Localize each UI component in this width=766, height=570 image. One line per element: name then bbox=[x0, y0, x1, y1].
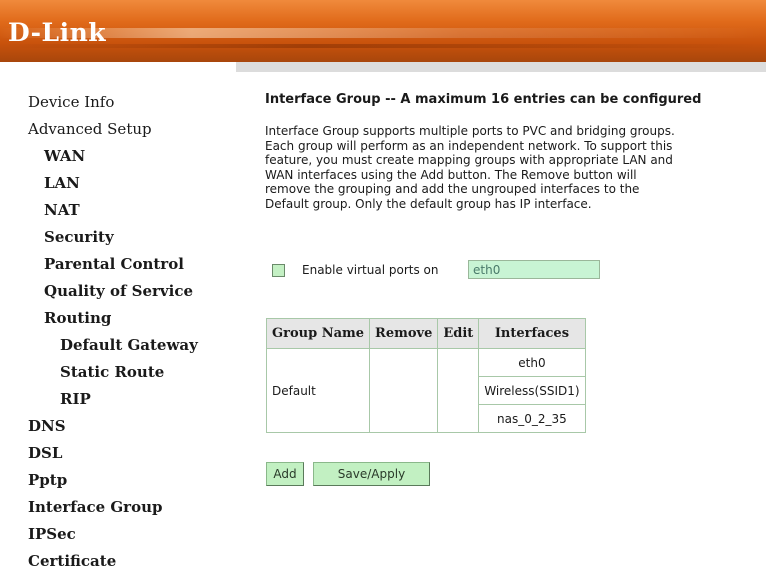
save-apply-button[interactable]: Save/Apply bbox=[313, 462, 430, 486]
header-swoosh-shadow bbox=[0, 44, 766, 48]
sidebar-item-default-gateway[interactable]: Default Gateway bbox=[60, 336, 198, 354]
sidebar-item-parental-control[interactable]: Parental Control bbox=[44, 255, 184, 273]
description-line: Interface Group supports multiple ports … bbox=[265, 124, 675, 138]
header-edit: Edit bbox=[437, 318, 480, 349]
sidebar-item-rip[interactable]: RIP bbox=[60, 390, 91, 408]
table-row: Default eth0 bbox=[265, 348, 586, 433]
sidebar-item-pptp[interactable]: Pptp bbox=[28, 471, 67, 489]
virtual-port-interface-field[interactable] bbox=[468, 260, 600, 279]
interface-cell: eth0 bbox=[478, 348, 586, 377]
description-line: feature, you must create mapping groups … bbox=[265, 153, 673, 167]
page-title: Interface Group -- A maximum 16 entries … bbox=[265, 92, 702, 107]
description-line: remove the grouping and add the ungroupe… bbox=[265, 182, 640, 196]
description-line: Default group. Only the default group ha… bbox=[265, 196, 592, 211]
interface-cell: nas_0_2_35 bbox=[478, 404, 586, 433]
interface-cell: Wireless(SSID1) bbox=[478, 376, 586, 405]
sidebar-item-wan[interactable]: WAN bbox=[44, 147, 85, 165]
sidebar-item-advanced-setup[interactable]: Advanced Setup bbox=[28, 120, 152, 138]
remove-cell bbox=[369, 348, 439, 433]
sidebar-item-routing[interactable]: Routing bbox=[44, 309, 111, 327]
interface-group-table: Group Name Remove Edit Interfaces Defaul… bbox=[265, 318, 586, 433]
header-divider bbox=[0, 62, 766, 72]
sidebar-item-certificate[interactable]: Certificate bbox=[28, 552, 116, 570]
edit-cell bbox=[437, 348, 480, 433]
header-remove: Remove bbox=[369, 318, 439, 349]
add-button[interactable]: Add bbox=[266, 462, 304, 486]
sidebar-item-dns[interactable]: DNS bbox=[28, 417, 66, 435]
sidebar-nav: Device Info Advanced Setup WAN LAN NAT S… bbox=[0, 72, 236, 570]
virtual-ports-row: Enable virtual ports on bbox=[272, 260, 612, 282]
sidebar-item-nat[interactable]: NAT bbox=[44, 201, 80, 219]
table-header-row: Group Name Remove Edit Interfaces bbox=[265, 318, 586, 349]
description-line: WAN interfaces using the Add button. The… bbox=[265, 167, 637, 182]
sidebar-item-device-info[interactable]: Device Info bbox=[28, 93, 114, 111]
group-name-cell: Default bbox=[265, 348, 371, 433]
sidebar-item-lan[interactable]: LAN bbox=[44, 174, 80, 192]
content-top-bar bbox=[236, 62, 766, 72]
sidebar-item-security[interactable]: Security bbox=[44, 228, 114, 246]
enable-virtual-ports-checkbox[interactable] bbox=[272, 264, 285, 277]
page-description: Interface Group supports multiple ports … bbox=[265, 124, 755, 211]
header-swoosh bbox=[0, 28, 766, 38]
description-line: Each group will perform as an independen… bbox=[265, 138, 673, 153]
sidebar-item-static-route[interactable]: Static Route bbox=[60, 363, 164, 381]
main-content: Interface Group -- A maximum 16 entries … bbox=[236, 72, 766, 565]
dlink-logo: D-Link bbox=[8, 18, 107, 47]
sidebar-item-ipsec[interactable]: IPSec bbox=[28, 525, 76, 543]
header-group-name: Group Name bbox=[265, 318, 371, 349]
header-interfaces: Interfaces bbox=[478, 318, 586, 349]
sidebar-item-interface-group[interactable]: Interface Group bbox=[28, 498, 162, 516]
virtual-ports-label: Enable virtual ports on bbox=[302, 263, 439, 277]
header-banner: D-Link bbox=[0, 0, 766, 62]
sidebar-item-quality-of-service[interactable]: Quality of Service bbox=[44, 282, 193, 300]
sidebar-item-dsl[interactable]: DSL bbox=[28, 444, 62, 462]
